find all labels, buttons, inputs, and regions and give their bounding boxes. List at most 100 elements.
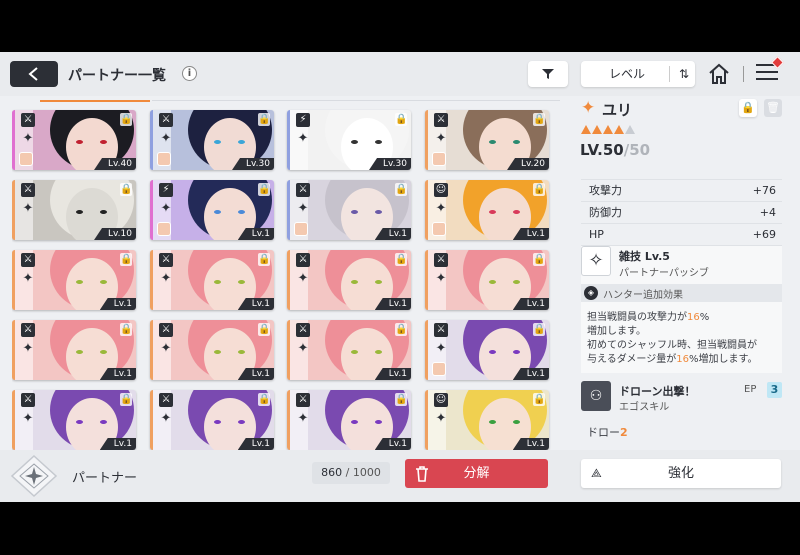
partner-card[interactable]: ⚔ ✦ 🔒 Lv.40 <box>12 110 136 170</box>
inventory-count: 860 / 1000 <box>312 462 390 484</box>
element-icon: ✦ <box>297 201 309 216</box>
lock-icon: 🔒 <box>120 253 133 266</box>
lock-icon: 🔒 <box>533 253 546 266</box>
role-icon: ⚔ <box>21 183 35 197</box>
lock-button[interactable]: 🔒 <box>739 99 757 117</box>
enhance-button[interactable]: ⟁ 強化 <box>581 459 781 488</box>
home-icon[interactable] <box>707 62 731 86</box>
partner-card[interactable]: ⚔ ✦ 🔒 Lv.1 <box>287 180 411 240</box>
role-icon: ☺ <box>434 393 448 407</box>
trash-icon <box>416 466 428 482</box>
role-icon: ⚔ <box>21 253 35 267</box>
partner-card[interactable]: ⚔ ✦ 🔒 Lv.1 <box>150 320 274 380</box>
partner-card[interactable]: ⚔ ✦ 🔒 Lv.1 <box>425 250 549 310</box>
element-icon: ✦ <box>435 131 447 146</box>
partner-grid: ⚔ ✦ 🔒 Lv.40 ⚔ ✦ 🔒 Lv.30 ⚡ ✦ 🔒 Lv.30 ⚔ ✦ 🔒 Lv.20 ⚔ ✦ 🔒 Lv.10… <box>12 100 560 450</box>
role-icon: ⚔ <box>296 183 310 197</box>
level-max: 50 <box>629 141 651 159</box>
partner-card[interactable]: ☺ ✦ 🔒 Lv.1 <box>425 180 549 240</box>
back-button[interactable] <box>10 61 58 87</box>
partner-card[interactable]: ⚔ ✦ 🔒 Lv.1 <box>287 390 411 450</box>
partner-card[interactable]: ⚔ ✦ 🔒 Lv.20 <box>425 110 549 170</box>
lock-icon: 🔒 <box>120 183 133 196</box>
partner-card[interactable]: ⚔ ✦ 🔒 Lv.1 <box>287 250 411 310</box>
delete-button[interactable]: 🗑 <box>764 99 782 117</box>
star-filled-icon <box>592 125 602 134</box>
enhance-icon: ⟁ <box>591 466 602 480</box>
element-icon: ✦ <box>435 341 447 356</box>
disassemble-button[interactable]: 分解 <box>405 459 548 488</box>
sort-dropdown[interactable]: レベル ⇅ <box>581 61 695 87</box>
lock-icon: 🔒 <box>258 393 271 406</box>
partner-card[interactable]: ⚔ ✦ 🔒 Lv.30 <box>150 110 274 170</box>
lock-icon: 🔒 <box>258 253 271 266</box>
filter-button[interactable] <box>528 61 568 87</box>
hunter-icon: ◈ <box>584 286 598 300</box>
element-icon: ✦ <box>297 131 309 146</box>
role-icon: ⚡ <box>159 183 173 197</box>
partner-detail-panel: ✦ ユリ 🔒 🗑 LV.50/50 攻撃力 +76 防御力 +4 HP +69 ✧ 雑… <box>571 96 800 446</box>
partner-card[interactable]: ⚔ ✦ 🔒 Lv.1 <box>287 320 411 380</box>
partner-section-label: パートナー <box>72 471 138 486</box>
sort-divider <box>669 66 670 82</box>
stats-table: 攻撃力 +76 防御力 +4 HP +69 <box>581 174 782 246</box>
lock-icon: 🔒 <box>395 113 408 126</box>
top-bar: パートナー一覧 i レベル ⇅ <box>0 52 800 96</box>
lock-icon: 🔒 <box>258 113 271 126</box>
lock-icon: 🔒 <box>120 323 133 336</box>
partner-card[interactable]: ⚔ ✦ 🔒 Lv.10 <box>12 180 136 240</box>
partner-card[interactable]: ⚔ ✦ 🔒 Lv.1 <box>150 250 274 310</box>
ego-skill-box: ⚇ ドローン出撃！ エゴスキル EP 3 <box>581 381 782 413</box>
skill-type: パートナーパッシブ <box>619 268 709 279</box>
assigned-hunter-icon <box>432 152 446 166</box>
bottom-bar: パートナー 860 / 1000 分解 ⟁ 強化 <box>0 450 800 502</box>
element-icon: ✦ <box>297 341 309 356</box>
lock-icon: 🔒 <box>395 393 408 406</box>
assigned-hunter-icon <box>432 362 446 376</box>
partner-name: ユリ <box>602 101 633 119</box>
lock-icon: 🔒 <box>258 323 271 336</box>
role-icon: ⚔ <box>21 393 35 407</box>
assigned-hunter-icon <box>19 152 33 166</box>
trash-icon: 🗑 <box>766 101 780 114</box>
ep-value: 3 <box>767 382 782 398</box>
role-icon: ☺ <box>434 183 448 197</box>
lock-icon: 🔒 <box>533 323 546 336</box>
role-icon: ⚔ <box>296 323 310 337</box>
ego-skill-name: ドローン出撃！ <box>619 385 696 398</box>
lock-icon: 🔒 <box>741 101 755 114</box>
partner-card[interactable]: ⚔ ✦ 🔒 Lv.1 <box>150 390 274 450</box>
back-arrow-icon <box>28 67 38 81</box>
star-filled-icon <box>614 125 624 134</box>
app-window: パートナー一覧 i レベル ⇅ ⚔ ✦ 🔒 Lv.40 ⚔ ✦ 🔒 Lv.30 ⚡ ✦ 🔒 Lv.30… <box>0 52 800 502</box>
partner-card[interactable]: ⚔ ✦ 🔒 Lv.1 <box>425 320 549 380</box>
lock-icon: 🔒 <box>533 113 546 126</box>
lock-icon: 🔒 <box>395 323 408 336</box>
partner-card[interactable]: ⚡ ✦ 🔒 Lv.1 <box>150 180 274 240</box>
skill-star-icon[interactable]: ✧ <box>581 246 611 276</box>
partner-card[interactable]: ⚔ ✦ 🔒 Lv.1 <box>12 250 136 310</box>
element-icon: ✦ <box>22 271 34 286</box>
partner-level: LV.50/50 <box>580 141 651 159</box>
element-icon: ✦ <box>297 271 309 286</box>
role-icon: ⚔ <box>434 113 448 127</box>
stat-row: 攻撃力 +76 <box>581 180 782 202</box>
hunter-bonus-label: ハンター追加効果 <box>603 290 683 301</box>
role-icon: ⚔ <box>159 113 173 127</box>
passive-skill-box: ✧ 雑技 Lv.5 パートナーパッシブ ◈ ハンター追加効果 担当戦闘員の攻撃力… <box>581 246 782 373</box>
partner-card[interactable]: ⚔ ✦ 🔒 Lv.1 <box>12 320 136 380</box>
grid-top-line <box>152 100 560 101</box>
partner-card[interactable]: ⚔ ✦ 🔒 Lv.1 <box>12 390 136 450</box>
role-icon: ⚔ <box>296 253 310 267</box>
drone-skill-icon[interactable]: ⚇ <box>581 381 611 411</box>
role-icon: ⚔ <box>159 253 173 267</box>
role-icon: ⚔ <box>296 393 310 407</box>
element-icon: ✦ <box>22 201 34 216</box>
partner-card[interactable]: ☺ ✦ 🔒 Lv.1 <box>425 390 549 450</box>
partner-card[interactable]: ⚡ ✦ 🔒 Lv.30 <box>287 110 411 170</box>
stat-row: HP +69 <box>581 224 782 246</box>
lock-icon: 🔒 <box>120 113 133 126</box>
sort-order-icon[interactable]: ⇅ <box>673 61 695 87</box>
enhance-label: 強化 <box>667 466 694 481</box>
info-icon[interactable]: i <box>182 66 197 81</box>
